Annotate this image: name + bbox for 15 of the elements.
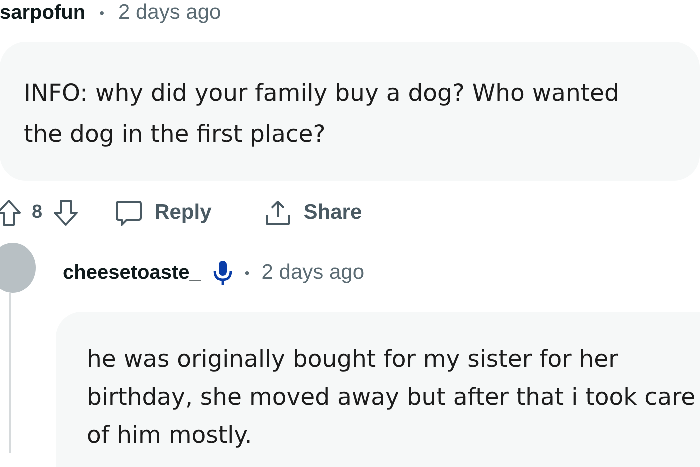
timestamp: 2 days ago — [262, 261, 365, 285]
separator-dot: • — [244, 265, 250, 281]
share-button[interactable]: Share — [256, 191, 370, 235]
comment-text: INFO: why did your family buy a dog? Who wanted the dog in the first place? — [0, 42, 700, 181]
vote-count: 8 — [32, 202, 43, 224]
speech-bubble-icon — [114, 199, 143, 227]
timestamp: 2 days ago — [118, 1, 222, 25]
username[interactable]: sarpofun — [0, 2, 86, 24]
downvote-icon[interactable] — [52, 199, 79, 227]
upvote-icon[interactable] — [0, 199, 22, 227]
username[interactable]: cheesetoaste_ — [63, 262, 201, 284]
comment-text: he was originally bought for my sister for her birthday, she moved away but after that i took care of him mostly. — [56, 312, 700, 467]
reply-button[interactable]: Reply — [106, 191, 220, 235]
share-icon — [264, 199, 292, 227]
separator-dot: • — [100, 5, 104, 21]
